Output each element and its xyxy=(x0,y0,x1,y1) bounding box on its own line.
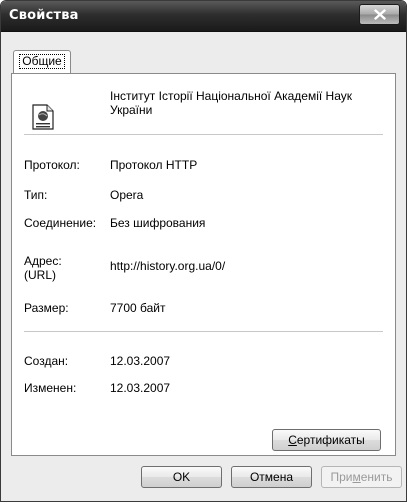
certificates-button-mnemonic: С xyxy=(288,433,297,447)
address-label: Адрес: (URL) xyxy=(24,254,62,282)
ok-button[interactable]: OK xyxy=(141,466,222,488)
close-icon xyxy=(373,9,386,20)
general-panel: Інститут Історії Національної Академії Н… xyxy=(11,73,396,456)
created-value: 12.03.2007 xyxy=(110,354,171,368)
protocol-value: Протокол HTTP xyxy=(110,158,198,172)
tab-general[interactable]: Общие xyxy=(13,50,71,73)
cancel-button[interactable]: Отмена xyxy=(231,466,312,488)
connection-value: Без шифрования xyxy=(110,216,206,230)
created-label: Создан: xyxy=(24,354,69,368)
protocol-label: Протокол: xyxy=(24,158,80,172)
apply-button-label-start: При xyxy=(330,470,353,484)
site-title: Інститут Історії Національної Академії Н… xyxy=(110,89,352,117)
modified-label: Изменен: xyxy=(24,381,77,395)
close-button[interactable] xyxy=(359,4,400,25)
type-label: Тип: xyxy=(24,188,48,202)
type-value: Opera xyxy=(110,188,144,202)
certificates-button-label: ертификаты xyxy=(296,433,365,447)
apply-button-label-end: енить xyxy=(360,470,393,484)
properties-dialog: Свойства Общие Інститут Історії Націонал… xyxy=(0,0,407,502)
certificates-button[interactable]: Сертификаты xyxy=(272,429,381,451)
divider xyxy=(24,134,383,136)
dialog-title: Свойства xyxy=(9,8,79,23)
modified-value: 12.03.2007 xyxy=(110,381,171,395)
apply-button[interactable]: Применить xyxy=(321,466,402,488)
connection-label: Соединение: xyxy=(24,216,97,230)
size-label: Размер: xyxy=(24,301,69,315)
title-bar[interactable]: Свойства xyxy=(1,1,406,32)
document-icon xyxy=(32,104,54,130)
tab-general-label: Общие xyxy=(19,54,65,69)
address-value: http://history.org.ua/0/ xyxy=(110,259,226,273)
size-value: 7700 байт xyxy=(110,301,166,315)
divider xyxy=(24,331,383,333)
apply-button-mnemonic: м xyxy=(352,470,361,484)
